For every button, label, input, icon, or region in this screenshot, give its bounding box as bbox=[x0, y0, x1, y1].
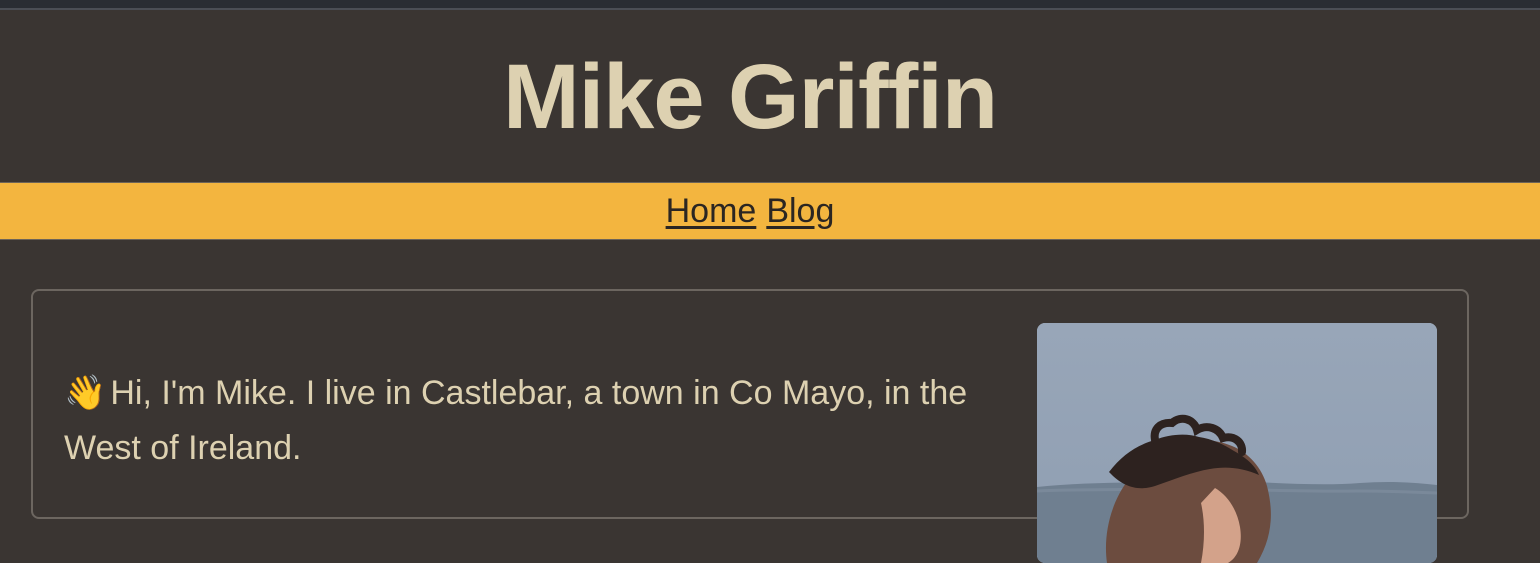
profile-photo bbox=[1037, 323, 1437, 563]
intro-card: 👋 Hi, I'm Mike. I live in Castlebar, a to… bbox=[31, 289, 1469, 563]
site-title: Mike Griffin bbox=[502, 45, 998, 148]
nav-blog-link[interactable]: Blog bbox=[766, 192, 834, 231]
waving-hand-icon: 👋 bbox=[64, 373, 107, 413]
browser-top-strip bbox=[0, 0, 1540, 10]
intro-paragraph: 👋 Hi, I'm Mike. I live in Castlebar, a to… bbox=[64, 366, 1004, 476]
nav-home-link[interactable]: Home bbox=[666, 192, 757, 231]
intro-text: Hi, I'm Mike. I live in Castlebar, a tow… bbox=[64, 374, 968, 467]
main-nav: Home Blog bbox=[0, 182, 1540, 240]
